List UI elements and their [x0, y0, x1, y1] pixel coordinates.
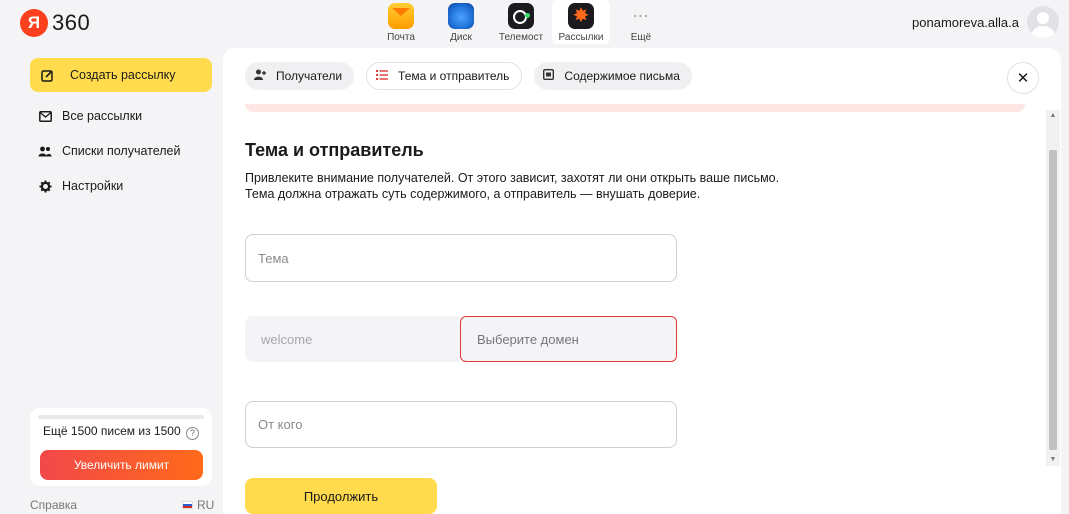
avatar[interactable]	[1027, 6, 1059, 38]
mail-icon	[388, 3, 414, 29]
app-mail-label: Почта	[387, 32, 415, 43]
tab-label: Получатели	[276, 69, 343, 83]
increase-limit-button[interactable]: Увеличить лимит	[40, 450, 203, 480]
scroll-up-arrow-icon[interactable]: ▲	[1046, 112, 1060, 120]
from-placeholder: От кого	[258, 417, 303, 432]
main-panel: Получатели Тема и отправитель Содержимое…	[223, 48, 1061, 514]
limit-count-text: Ещё 1500 писем из 1500	[43, 424, 181, 438]
app-more[interactable]: ⋯ Ещё	[612, 0, 670, 44]
telemost-icon	[508, 3, 534, 29]
sidebar-item-settings[interactable]: Настройки	[38, 176, 123, 196]
create-mailing-label: Создать рассылку	[70, 68, 176, 82]
app-disk[interactable]: Диск	[432, 0, 490, 44]
app-mail[interactable]: Почта	[372, 0, 430, 44]
scrollbar[interactable]: ▲ ▼	[1046, 110, 1060, 466]
tab-subject-sender[interactable]: Тема и отправитель	[366, 62, 523, 90]
edit-icon	[40, 68, 54, 82]
yandex-logo-icon: Я	[20, 9, 48, 37]
help-icon[interactable]: ?	[185, 427, 199, 440]
domain-placeholder: Выберите домен	[477, 331, 579, 347]
subject-input[interactable]: Тема	[245, 234, 677, 282]
sender-local-text: welcome	[261, 331, 313, 347]
domain-select[interactable]: Выберите домен	[460, 316, 677, 362]
language-label: RU	[197, 498, 215, 512]
description-line-2: Тема должна отражать суть содержимого, а…	[245, 187, 701, 201]
sidebar-item-label: Настройки	[62, 179, 124, 193]
sidebar-item-all-mailings[interactable]: Все рассылки	[38, 106, 142, 126]
user-menu[interactable]: ponamoreva.alla.a	[912, 6, 1059, 38]
app-disk-label: Диск	[450, 32, 472, 43]
from-name-input[interactable]: От кого	[245, 401, 677, 448]
limit-text: Ещё 1500 писем из 1500 ?	[30, 424, 212, 440]
limit-card: Ещё 1500 писем из 1500 ? Увеличить лимит	[30, 408, 212, 486]
tab-label: Содержимое письма	[564, 69, 680, 83]
tab-label: Тема и отправитель	[398, 69, 510, 83]
sidebar-item-label: Все рассылки	[62, 109, 143, 123]
sidebar-item-label: Списки получателей	[62, 144, 181, 158]
limit-progress-bar	[38, 415, 204, 419]
envelope-icon	[38, 109, 52, 123]
mailings-icon	[568, 3, 594, 29]
subject-placeholder: Тема	[258, 250, 289, 266]
scroll-thumb[interactable]	[1049, 150, 1057, 450]
create-mailing-button[interactable]: Создать рассылку	[30, 58, 212, 92]
app-switcher: Почта Диск Телемост Рассылки ⋯ Ещё	[372, 0, 670, 46]
sender-local-part[interactable]: welcome	[245, 316, 460, 362]
sidebar-item-recipient-lists[interactable]: Списки получателей	[38, 141, 180, 161]
language-switcher[interactable]: RU	[182, 498, 214, 512]
page-title: Тема и отправитель	[245, 140, 424, 160]
yandex-360-logo[interactable]: Я 360	[20, 8, 90, 38]
russian-flag-icon	[182, 501, 193, 509]
top-bar: Я 360 Почта Диск Телемост Рассылки ⋯ Ещё…	[0, 0, 1069, 46]
document-icon	[543, 68, 555, 83]
tab-content[interactable]: Содержимое письма	[534, 62, 692, 90]
add-user-icon	[254, 69, 266, 83]
app-telemost[interactable]: Телемост	[492, 0, 550, 44]
users-icon	[38, 144, 52, 158]
tab-recipients[interactable]: Получатели	[245, 62, 355, 90]
alert-banner-edge	[245, 104, 1025, 112]
sender-address-row: welcome Выберите домен	[245, 316, 677, 362]
page-description: Привлеките внимание получателей. От этог…	[245, 170, 845, 202]
more-icon: ⋯	[632, 8, 650, 25]
close-icon: ✕	[1016, 70, 1030, 87]
disk-icon	[448, 3, 474, 29]
close-button[interactable]: ✕	[1007, 62, 1039, 94]
user-name: ponamoreva.alla.a	[912, 14, 1019, 30]
logo-text: 360	[52, 10, 91, 35]
app-telemost-label: Телемост	[498, 32, 544, 43]
description-line-1: Привлеките внимание получателей. От этог…	[245, 171, 780, 185]
app-mailings[interactable]: Рассылки	[552, 0, 610, 44]
app-more-label: Ещё	[630, 32, 652, 43]
list-icon	[376, 69, 389, 83]
step-tabs: Получатели Тема и отправитель Содержимое…	[245, 62, 692, 90]
gear-icon	[38, 179, 52, 193]
app-mailings-label: Рассылки	[558, 32, 604, 43]
continue-button[interactable]: Продолжить	[245, 478, 437, 514]
sidebar: Создать рассылку Все рассылки Списки пол…	[0, 46, 222, 514]
scroll-down-arrow-icon[interactable]: ▼	[1046, 456, 1060, 464]
help-link[interactable]: Справка	[30, 498, 77, 512]
